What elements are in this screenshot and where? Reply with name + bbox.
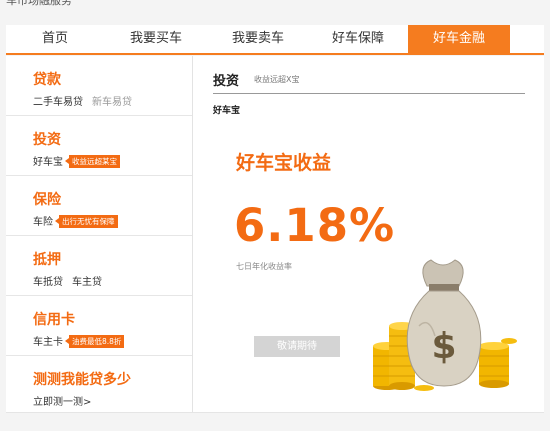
sidebar-item-title: 抵押 (33, 252, 61, 268)
sidebar-item-mortgage[interactable]: 抵押 车抵贷 车主贷 (6, 236, 192, 296)
money-bag-illustration: $ (373, 259, 517, 391)
sub-link-test-now[interactable]: 立即测一测> (33, 397, 91, 408)
sidebar-item-credit-card[interactable]: 信用卡 车主卡 油费最低8.8折 (6, 296, 192, 356)
money-bag-icon: $ (406, 259, 482, 387)
sidebar-item-title: 测测我能贷多少 (33, 372, 131, 388)
divider (213, 93, 525, 94)
content-title: 投资 (213, 74, 240, 89)
yield-rate: 6.18% (234, 199, 396, 252)
product-headline: 好车宝收益 (236, 152, 332, 174)
product-tab[interactable]: 好车宝 (213, 103, 240, 116)
sub-link-owner-loan[interactable]: 车主贷 (72, 277, 102, 288)
yield-rate-label: 七日年化收益率 (236, 262, 292, 271)
sub-link-haochebao[interactable]: 好车宝 (33, 157, 63, 168)
finance-panel: 贷款 二手车易贷 新车易贷 投资 好车宝 收益远超某宝 保险 车险 出行无忧有保障 抵… (6, 56, 544, 413)
sidebar-item-subs: 二手车易贷 新车易贷 (33, 93, 141, 108)
sidebar-item-subs: 好车宝 收益远超某宝 (33, 153, 129, 168)
promo-tag: 出行无忧有保障 (55, 215, 118, 228)
sidebar-item-title: 投资 (33, 132, 61, 148)
promo-tag: 收益远超某宝 (65, 155, 120, 168)
sidebar-item-loan[interactable]: 贷款 二手车易贷 新车易贷 (6, 56, 192, 116)
main-nav: 首页 我要买车 我要卖车 好车保障 好车金融 (6, 25, 544, 55)
sidebar-item-subs: 车主卡 油费最低8.8折 (33, 333, 133, 348)
sub-link-car-mortgage[interactable]: 车抵贷 (33, 277, 63, 288)
promo-tag: 油费最低8.8折 (64, 335, 125, 348)
sidebar-item-subs: 车抵贷 车主贷 (33, 273, 111, 288)
sidebar-item-subs: 车险 出行无忧有保障 (33, 213, 127, 228)
content-subtitle: 收益远超X宝 (254, 75, 300, 84)
sidebar-item-title: 信用卡 (33, 312, 75, 328)
sub-link-car-insurance[interactable]: 车险 (33, 217, 53, 228)
tab-sell-car[interactable]: 我要卖车 (208, 25, 308, 53)
sidebar-item-loan-calculator[interactable]: 测测我能贷多少 立即测一测> (6, 356, 192, 412)
sidebar-item-title: 贷款 (33, 72, 61, 88)
tab-buy-car[interactable]: 我要买车 (104, 25, 208, 53)
sidebar: 贷款 二手车易贷 新车易贷 投资 好车宝 收益远超某宝 保险 车险 出行无忧有保障 抵… (6, 56, 193, 412)
tab-car-guarantee[interactable]: 好车保障 (308, 25, 408, 53)
top-bar-text: 车市场融服务 (6, 0, 72, 7)
invest-content: 投资 收益远超X宝 好车宝 好车宝收益 6.18% 七日年化收益率 敬请期待 $ (193, 56, 544, 412)
sidebar-item-title: 保险 (33, 192, 61, 208)
sidebar-item-insurance[interactable]: 保险 车险 出行无忧有保障 (6, 176, 192, 236)
top-bar: 车市场融服务 (0, 0, 550, 8)
tab-home[interactable]: 首页 (6, 25, 104, 53)
sidebar-item-invest[interactable]: 投资 好车宝 收益远超某宝 (6, 116, 192, 176)
sub-link-owner-card[interactable]: 车主卡 (33, 337, 63, 348)
sub-link-new-car-loan[interactable]: 新车易贷 (92, 97, 132, 108)
tab-car-finance[interactable]: 好车金融 (408, 25, 510, 53)
coming-soon-button[interactable]: 敬请期待 (254, 336, 340, 357)
sidebar-item-subs: 立即测一测> (33, 393, 100, 408)
svg-text:$: $ (431, 326, 456, 367)
sub-link-used-car-loan[interactable]: 二手车易贷 (33, 97, 83, 108)
